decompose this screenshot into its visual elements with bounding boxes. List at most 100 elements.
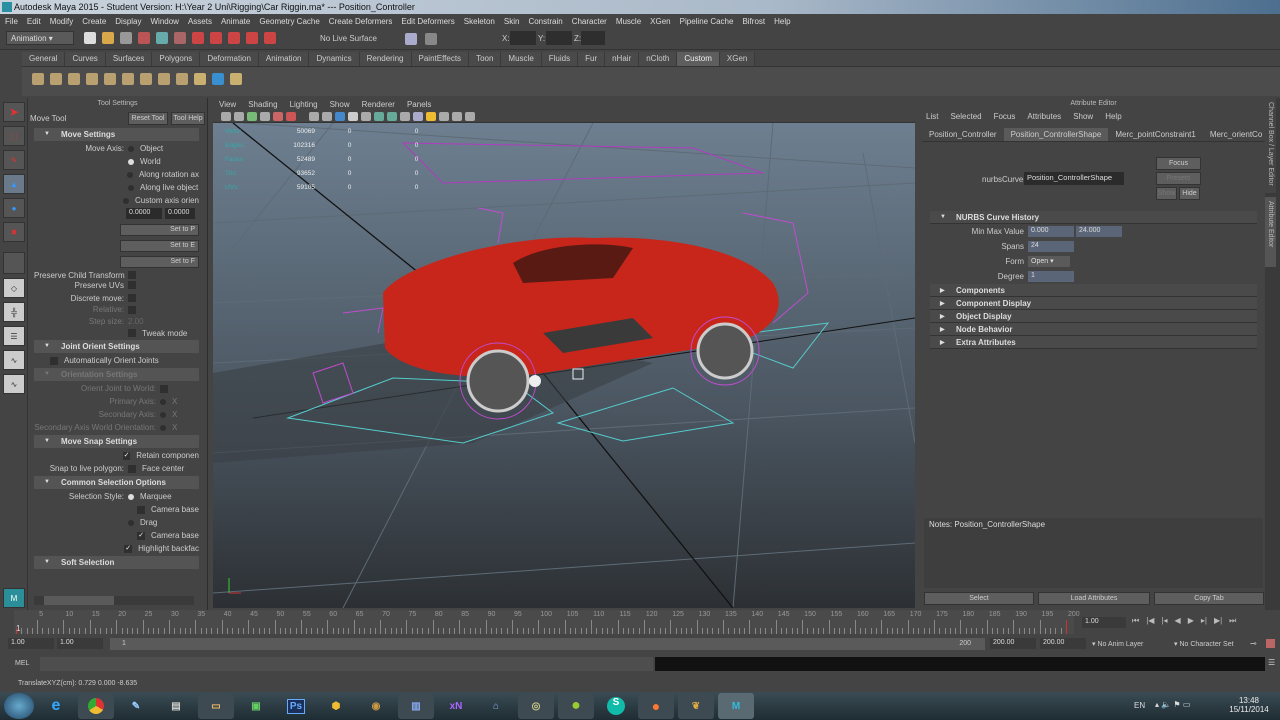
attr-menu-show[interactable]: Show: [1073, 112, 1093, 124]
vp-menu-shading[interactable]: Shading: [248, 100, 277, 111]
primary-axis-x[interactable]: X: [172, 397, 177, 406]
retain-component-checkbox[interactable]: Retain componen: [136, 451, 199, 460]
camera-based-drag-checkbox[interactable]: Camera base: [151, 531, 199, 540]
history-icon[interactable]: [405, 33, 417, 45]
secondary-axis-x[interactable]: X: [172, 410, 177, 419]
load-attributes-button[interactable]: Load Attributes: [1038, 592, 1150, 605]
secondary-world-x[interactable]: X: [172, 423, 177, 432]
y-input[interactable]: [546, 31, 572, 45]
vp-menu-lighting[interactable]: Lighting: [290, 100, 318, 111]
last-tool-slot[interactable]: [3, 252, 25, 274]
snap-live-icon[interactable]: [264, 32, 276, 44]
anim-layer-dropdown[interactable]: ▾ No Anim Layer: [1092, 640, 1143, 648]
render-icon[interactable]: [425, 33, 437, 45]
select-hierarchy-icon[interactable]: [138, 32, 150, 44]
camera-attr-icon[interactable]: [234, 112, 244, 121]
video-app-icon[interactable]: ◉: [358, 693, 394, 719]
language-indicator[interactable]: EN: [1134, 701, 1145, 710]
set-to-edge-button[interactable]: Set to E: [120, 240, 199, 252]
vp-menu-view[interactable]: View: [219, 100, 236, 111]
shelf-tool-icon[interactable]: [212, 73, 224, 85]
file-explorer-icon[interactable]: ▭: [198, 693, 234, 719]
shelf-tool-icon[interactable]: [32, 73, 44, 85]
shelf-tab-rendering[interactable]: Rendering: [359, 52, 412, 66]
shelf-tab-dynamics[interactable]: Dynamics: [309, 52, 360, 66]
object-display-section[interactable]: Object Display: [930, 310, 1257, 323]
audio-app-icon[interactable]: ◎: [518, 693, 554, 719]
shelf-tool-icon[interactable]: [140, 73, 152, 85]
component-display-section[interactable]: Component Display: [930, 297, 1257, 310]
axis-rotation-radio[interactable]: Along rotation ax: [139, 170, 199, 179]
spotify-icon[interactable]: ●: [558, 693, 594, 719]
extra-attributes-section[interactable]: Extra Attributes: [930, 336, 1257, 349]
hypershade-layout-icon[interactable]: ∿: [3, 374, 25, 394]
shelf-tab-animation[interactable]: Animation: [258, 52, 310, 66]
graph-layout-icon[interactable]: ∿: [3, 350, 25, 370]
current-time-field[interactable]: 1.00: [1082, 617, 1126, 628]
scale-tool-icon[interactable]: ✖: [3, 222, 25, 242]
maya-taskbar-icon[interactable]: M: [718, 693, 754, 719]
shelf-tab-curves[interactable]: Curves: [65, 52, 106, 66]
move-tool-icon[interactable]: ▲: [3, 174, 25, 194]
ao-icon[interactable]: [413, 112, 423, 121]
shelf-tool-icon[interactable]: [230, 73, 242, 85]
show-button[interactable]: Show: [1156, 187, 1177, 200]
menu-display[interactable]: Display: [115, 17, 141, 28]
menu-pipeline-cache[interactable]: Pipeline Cache: [680, 17, 734, 28]
step-forward-key-icon[interactable]: ▸|: [1201, 616, 1207, 626]
drag-radio[interactable]: Drag: [140, 518, 157, 527]
computer-icon[interactable]: ▣: [238, 693, 274, 719]
xnview-icon[interactable]: xN: [438, 693, 474, 719]
menu-animate[interactable]: Animate: [221, 17, 250, 28]
x-input[interactable]: [510, 31, 536, 45]
lasso-tool-icon[interactable]: ⬚: [3, 126, 25, 146]
light-icon[interactable]: [426, 112, 436, 121]
start-button[interactable]: [4, 693, 34, 719]
save-scene-icon[interactable]: [120, 32, 132, 44]
menu-edit-deformers[interactable]: Edit Deformers: [401, 17, 454, 28]
shelf-tab-polygons[interactable]: Polygons: [152, 52, 201, 66]
select-object-icon[interactable]: [156, 32, 168, 44]
soft-selection-section[interactable]: Soft Selection: [34, 556, 199, 569]
live-surface-label[interactable]: No Live Surface: [320, 34, 377, 43]
shelf-tab-xgen[interactable]: XGen: [719, 52, 756, 66]
copy-tab-button[interactable]: Copy Tab: [1154, 592, 1264, 605]
xray-joints-icon[interactable]: [400, 112, 410, 121]
hide-button[interactable]: Hide: [1179, 187, 1200, 200]
snap-view-plane-icon[interactable]: [246, 32, 258, 44]
app-icon[interactable]: ❦: [678, 693, 714, 719]
custom-axis-field[interactable]: 0.0000: [165, 208, 195, 219]
go-to-start-icon[interactable]: ⏮: [1132, 616, 1139, 626]
joint-orient-section[interactable]: Joint Orient Settings: [34, 340, 199, 353]
snap-curve-icon[interactable]: [210, 32, 222, 44]
paint-select-tool-icon[interactable]: ✎: [3, 150, 25, 170]
skype-icon[interactable]: S: [598, 693, 634, 719]
attr-menu-help[interactable]: Help: [1105, 112, 1121, 124]
focus-button[interactable]: Focus: [1156, 157, 1201, 170]
open-scene-icon[interactable]: [102, 32, 114, 44]
degree-field[interactable]: 1: [1028, 271, 1074, 282]
auto-key-icon[interactable]: ⊸: [1250, 639, 1257, 648]
presets-button[interactable]: Presets: [1156, 172, 1201, 185]
shelf-tab-general[interactable]: General: [22, 52, 66, 66]
preserve-uvs-checkbox[interactable]: [128, 281, 136, 289]
lights-icon[interactable]: [348, 112, 358, 121]
shelf-tab-muscle[interactable]: Muscle: [501, 52, 542, 66]
orientation-settings-section[interactable]: Orientation Settings: [34, 368, 199, 381]
movie-maker-icon[interactable]: ▤: [158, 693, 194, 719]
xray-icon[interactable]: [387, 112, 397, 121]
step-back-key-icon[interactable]: |◂: [1161, 616, 1167, 626]
min-value-field[interactable]: 0.000: [1028, 226, 1074, 237]
camera-icon[interactable]: [221, 112, 231, 121]
select-component-icon[interactable]: [174, 32, 186, 44]
perspective-viewport[interactable]: View Shading Lighting Show Renderer Panels Ve…: [213, 98, 915, 608]
move-manipulator[interactable]: [529, 375, 541, 387]
vp-menu-renderer[interactable]: Renderer: [362, 100, 395, 111]
menu-create-deformers[interactable]: Create Deformers: [329, 17, 393, 28]
play-backward-icon[interactable]: ◀: [1175, 616, 1181, 626]
menu-help[interactable]: Help: [774, 17, 790, 28]
step-back-frame-icon[interactable]: |◀: [1146, 616, 1154, 626]
tweak-mode-checkbox[interactable]: [128, 329, 136, 337]
anim-prefs-icon[interactable]: [1266, 639, 1275, 648]
rotate-tool-icon[interactable]: ●: [3, 198, 25, 218]
